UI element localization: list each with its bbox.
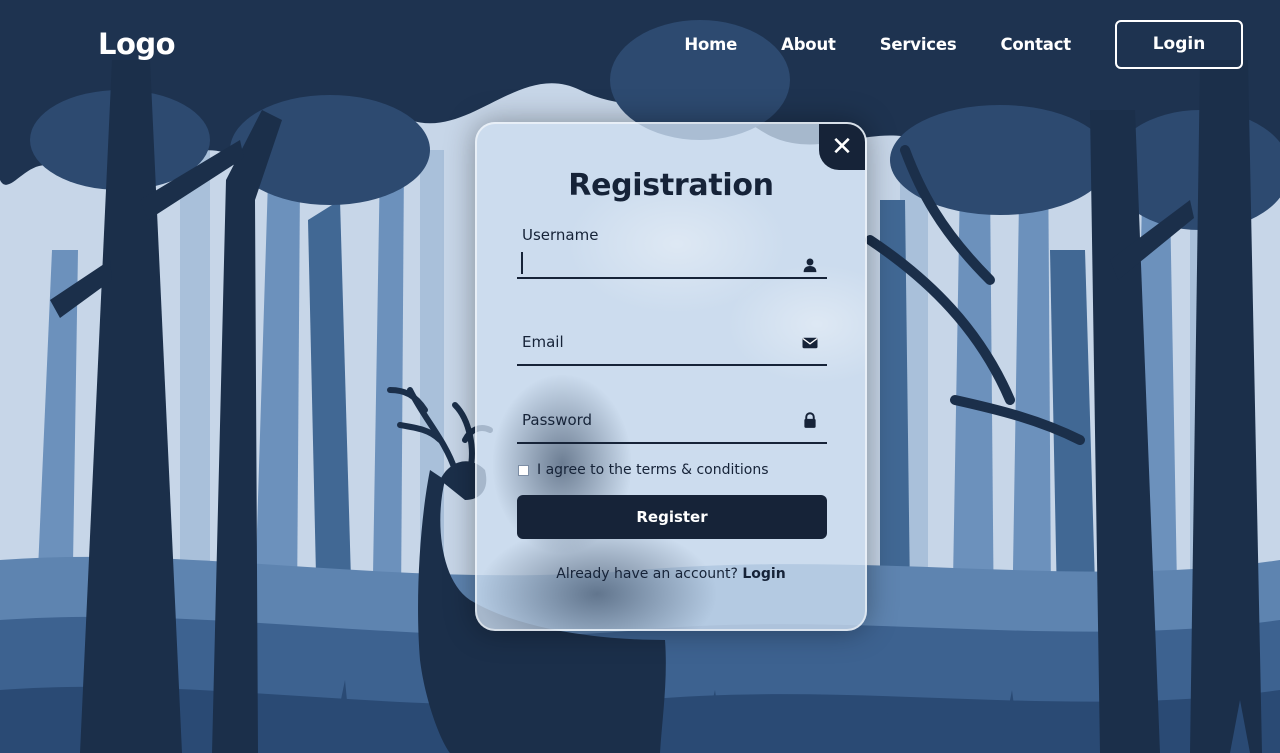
nav-about[interactable]: About <box>781 35 836 54</box>
account-prompt-text: Already have an account? <box>556 566 738 582</box>
login-link[interactable]: Login <box>742 566 785 582</box>
site-header: Logo Home About Services Contact Login <box>0 0 1280 90</box>
terms-checkbox[interactable] <box>518 464 529 476</box>
username-label: Username <box>522 226 599 244</box>
nav-services[interactable]: Services <box>880 35 957 54</box>
form-title: Registration <box>568 168 774 203</box>
register-button[interactable]: Register <box>517 495 827 539</box>
text-cursor <box>521 252 523 274</box>
email-input[interactable] <box>522 334 792 362</box>
login-prompt: Already have an account? Login <box>477 566 865 582</box>
password-input[interactable] <box>522 412 792 440</box>
lock-icon <box>804 412 816 428</box>
mail-icon <box>802 337 818 349</box>
nav-contact[interactable]: Contact <box>1001 35 1072 54</box>
terms-row: I agree to the terms & conditions <box>518 462 769 478</box>
email-field: Email <box>517 310 827 366</box>
password-field: Password <box>517 388 827 444</box>
header-login-button[interactable]: Login <box>1115 19 1243 69</box>
username-field: Username <box>517 223 827 279</box>
person-icon <box>803 258 817 273</box>
nav-home[interactable]: Home <box>684 35 737 54</box>
username-input[interactable] <box>522 247 792 275</box>
registration-modal: ✕ Registration Username Email Password I… <box>475 122 867 631</box>
terms-label: I agree to the terms & conditions <box>537 462 769 478</box>
main-nav: Home About Services Contact Login <box>684 19 1243 69</box>
close-button[interactable]: ✕ <box>819 124 865 170</box>
logo[interactable]: Logo <box>98 27 176 61</box>
